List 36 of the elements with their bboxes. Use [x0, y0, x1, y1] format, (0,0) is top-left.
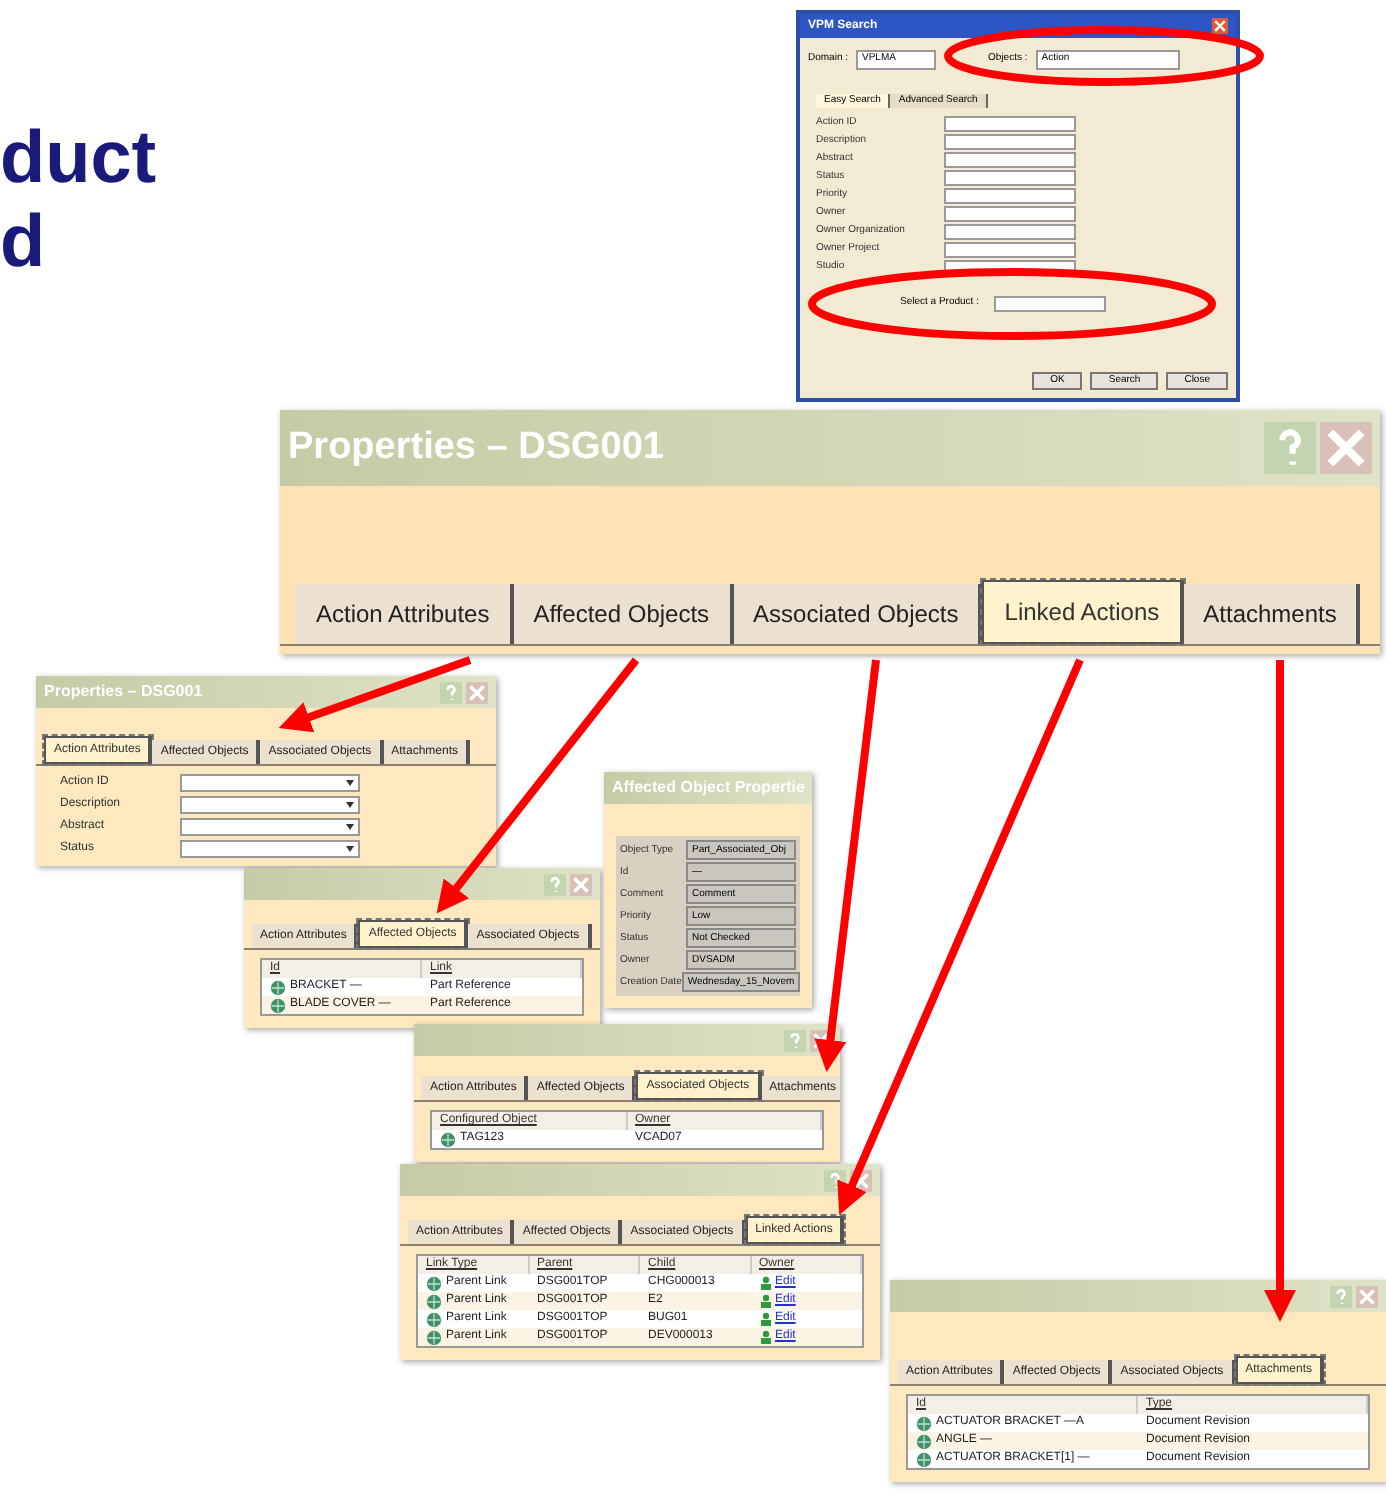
- dropdown-field[interactable]: [944, 242, 1076, 258]
- user-icon: [759, 1330, 771, 1344]
- dropdown-field[interactable]: [944, 116, 1076, 132]
- user-icon: [759, 1294, 771, 1308]
- dropdown-field[interactable]: [944, 170, 1076, 186]
- tab[interactable]: Associated Objects: [733, 584, 983, 644]
- window-title: Properties – DSG001: [288, 423, 664, 472]
- caret-icon: [346, 802, 354, 808]
- caret-icon: [346, 824, 354, 830]
- close-icon[interactable]: [570, 873, 592, 895]
- slide-title: d: [0, 200, 48, 284]
- dropdown-field[interactable]: [944, 152, 1076, 168]
- window-title: Affected Object Propertie: [612, 776, 805, 800]
- tab[interactable]: Linked Actions: [982, 580, 1184, 644]
- dropdown-field[interactable]: [180, 818, 360, 836]
- dropdown-field[interactable]: [944, 224, 1076, 240]
- close-icon[interactable]: [1356, 1285, 1378, 1307]
- slide-title: duct: [0, 116, 157, 200]
- caret-icon: [346, 780, 354, 786]
- tab[interactable]: Attachments: [1183, 584, 1361, 644]
- product-dropdown[interactable]: [994, 296, 1107, 312]
- close-icon[interactable]: [466, 681, 488, 703]
- caret-icon: [346, 846, 354, 852]
- dropdown-field[interactable]: [180, 796, 360, 814]
- close-icon[interactable]: [1320, 422, 1372, 474]
- dropdown-field[interactable]: [944, 206, 1076, 222]
- window-title: Properties – DSG001: [44, 680, 203, 704]
- dropdown-field[interactable]: [180, 774, 360, 792]
- user-icon: [759, 1312, 771, 1326]
- dropdown-field[interactable]: [944, 134, 1076, 150]
- dropdown-field[interactable]: [180, 840, 360, 858]
- user-icon: [759, 1276, 771, 1290]
- close-icon[interactable]: [1212, 18, 1228, 34]
- dropdown-field[interactable]: [944, 188, 1076, 204]
- tab[interactable]: Affected Objects: [513, 584, 734, 644]
- tab[interactable]: Action Attributes: [296, 584, 514, 644]
